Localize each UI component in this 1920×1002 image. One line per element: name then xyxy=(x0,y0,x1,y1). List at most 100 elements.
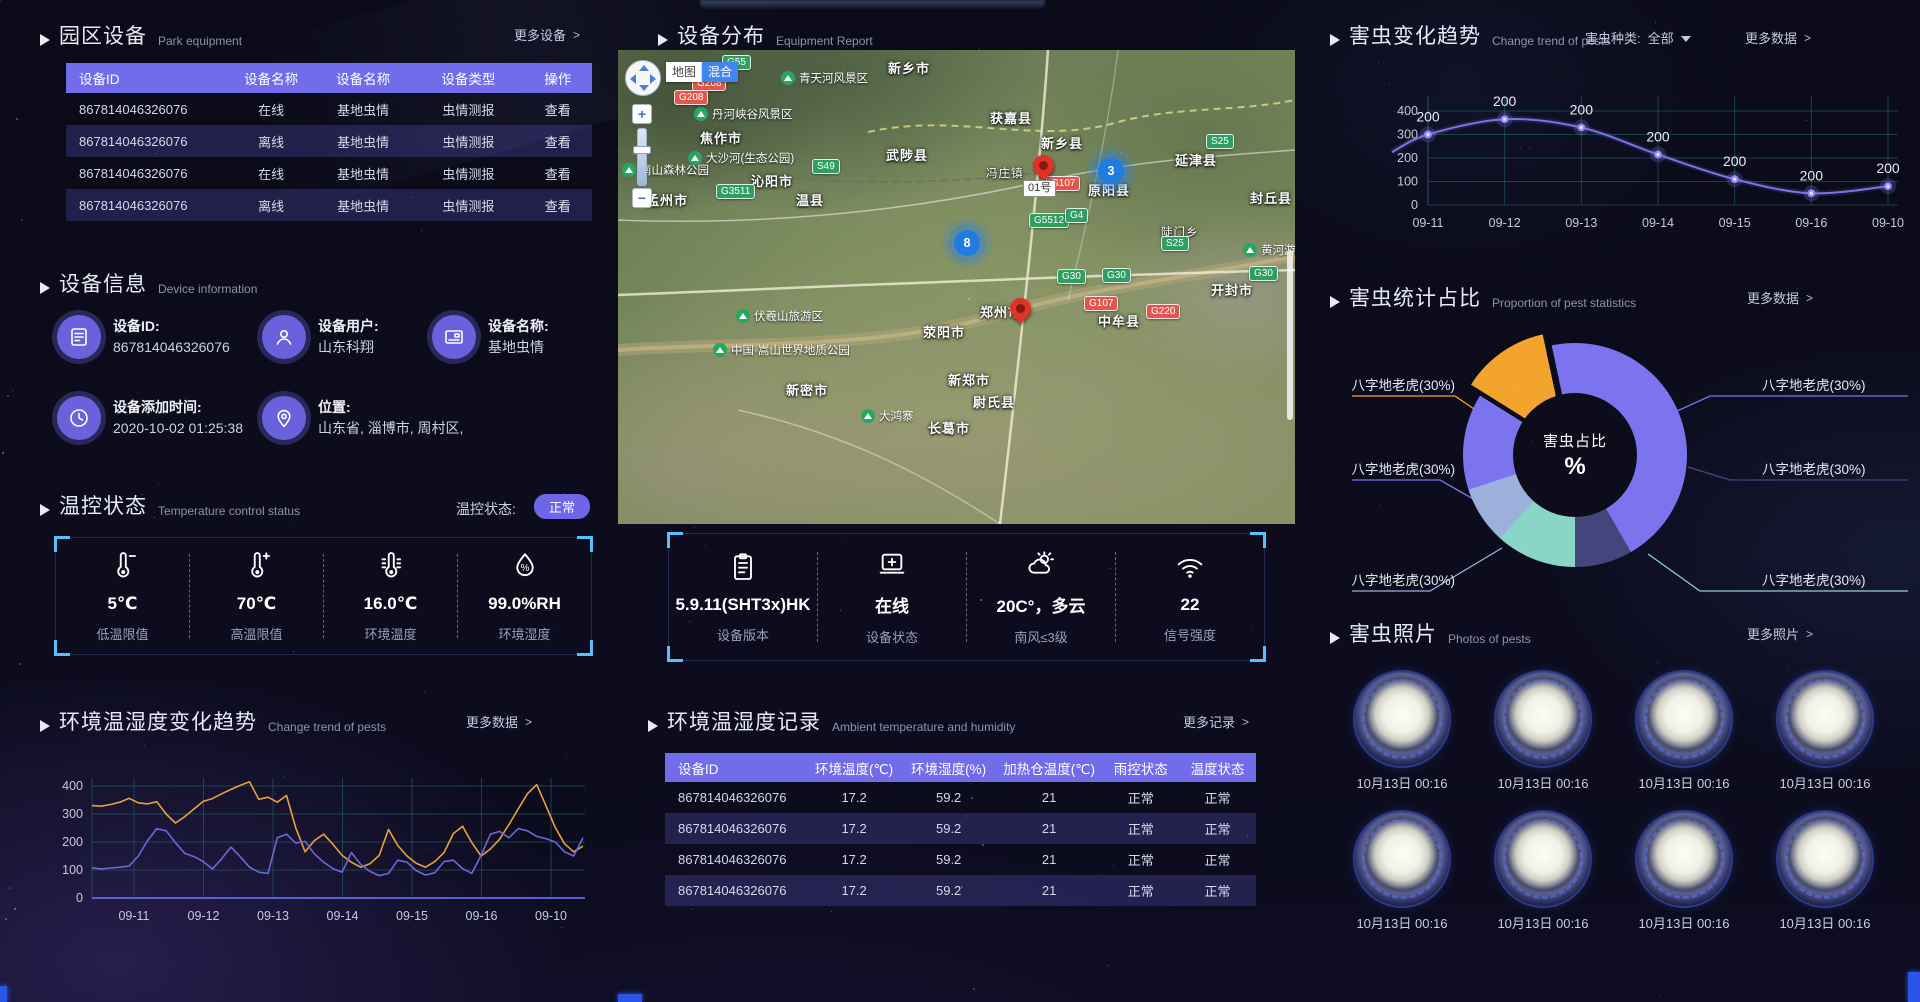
scenic-icon xyxy=(694,107,708,121)
star xyxy=(1790,51,1791,52)
info-label: 位置: xyxy=(318,397,463,418)
star xyxy=(1650,422,1651,423)
pest-photo[interactable]: 10月13日 00:16 xyxy=(1352,672,1452,792)
table-cell: 17.2 xyxy=(807,782,902,813)
svg-text:100: 100 xyxy=(62,863,83,877)
star xyxy=(1115,494,1116,495)
star xyxy=(840,610,841,611)
star xyxy=(708,242,709,243)
park-equipment-table: 设备ID设备名称设备名称设备类型操作867814046326076在线基地虫情虫… xyxy=(66,63,592,221)
map-layer-button-map[interactable]: 地图 xyxy=(666,62,702,82)
star xyxy=(845,540,846,541)
map-zoom-track[interactable] xyxy=(637,128,647,186)
pest-photo-image[interactable] xyxy=(1496,672,1590,766)
star xyxy=(1387,589,1388,590)
more-records-link[interactable]: 更多记录 > xyxy=(1183,712,1249,731)
pest-photo[interactable]: 10月13日 00:16 xyxy=(1775,812,1875,932)
pest-photo-image[interactable] xyxy=(1637,812,1731,906)
pest-photo[interactable]: 10月13日 00:16 xyxy=(1352,812,1452,932)
clock-icon xyxy=(67,406,91,430)
stat-cell: 5.9.11(SHT3x)HK 设备版本 xyxy=(669,545,817,650)
info-label: 设备用户: xyxy=(318,316,379,337)
star xyxy=(980,599,982,601)
star xyxy=(843,68,844,69)
star xyxy=(961,886,963,888)
star xyxy=(1669,778,1670,779)
more-devices-link[interactable]: 更多设备 > xyxy=(514,25,580,44)
star xyxy=(568,346,569,347)
pest-type-filter[interactable]: 害虫种类: 全部 xyxy=(1585,28,1691,47)
pest-photo[interactable]: 10月13日 00:16 xyxy=(1775,672,1875,792)
pest-photo[interactable]: 10月13日 00:16 xyxy=(1493,812,1593,932)
pest-photo-image[interactable] xyxy=(1496,812,1590,906)
table-row: 86781404632607617.259.221正常正常 xyxy=(665,813,1256,844)
star xyxy=(156,153,157,154)
scenic-icon xyxy=(736,309,750,323)
more-data-link-pie[interactable]: 更多数据 > xyxy=(1747,288,1813,307)
star xyxy=(9,887,11,889)
star xyxy=(1659,996,1660,997)
pest-photo-image[interactable] xyxy=(1355,672,1449,766)
view-link[interactable]: 查看 xyxy=(524,93,592,125)
more-data-link-env[interactable]: 更多数据 > xyxy=(466,712,532,731)
pest-photo-image[interactable] xyxy=(1355,812,1449,906)
star xyxy=(1801,177,1802,178)
star xyxy=(1799,727,1800,728)
svg-text:%: % xyxy=(520,562,529,573)
map-zoom-handle[interactable] xyxy=(633,146,651,154)
view-link[interactable]: 查看 xyxy=(524,189,592,221)
star xyxy=(414,926,415,927)
column-header: 加热仓温度(℃) xyxy=(996,753,1102,782)
view-link[interactable]: 查看 xyxy=(524,157,592,189)
map-pan-control[interactable] xyxy=(625,60,661,96)
device-cluster-marker[interactable]: 8 xyxy=(954,230,980,256)
column-header: 设备ID xyxy=(665,753,807,782)
pest-donut-center: 害虫占比 % xyxy=(1513,393,1637,517)
svg-text:09-10: 09-10 xyxy=(1872,216,1904,230)
panel-device-info-title: 设备信息 Device information xyxy=(40,268,257,298)
info-label: 设备ID: xyxy=(113,316,230,337)
weather-icon xyxy=(967,548,1115,585)
device-status-icon xyxy=(818,548,966,585)
device-cluster-marker[interactable]: 3 xyxy=(1098,158,1124,184)
more-photos-link[interactable]: 更多照片 > xyxy=(1747,624,1813,643)
column-header: 环境温度(℃) xyxy=(807,753,902,782)
pest-photo-image[interactable] xyxy=(1637,672,1731,766)
star xyxy=(1378,62,1379,63)
pest-photo[interactable]: 10月13日 00:16 xyxy=(1634,812,1734,932)
view-link[interactable]: 查看 xyxy=(524,125,592,157)
table-cell: 59.2 xyxy=(901,875,996,906)
table-cell: 17.2 xyxy=(807,813,902,844)
equipment-map[interactable]: 焦作市新乡市沁阳市孟州市温县武陟县获嘉县新乡县延津县封丘县原阳县开封市郑州市荥阳… xyxy=(618,50,1295,524)
map-scrollbar[interactable] xyxy=(1287,250,1293,420)
star xyxy=(291,924,292,925)
star xyxy=(1524,963,1525,964)
wifi-icon xyxy=(1174,551,1206,583)
stat-label: 设备状态 xyxy=(818,627,966,646)
star xyxy=(7,395,9,397)
info-value: 山东科翔 xyxy=(318,337,379,358)
svg-text:09-13: 09-13 xyxy=(1565,216,1597,230)
triangle-icon xyxy=(40,720,50,732)
map-zoom-out-button[interactable]: − xyxy=(632,188,652,208)
map-zoom-in-button[interactable]: + xyxy=(632,104,652,124)
table-row: 867814046326076离线基地虫情虫情测报查看 xyxy=(66,189,592,221)
star xyxy=(417,347,418,348)
stat-cell: 5℃ 低温限值 xyxy=(56,544,189,649)
panel-env-trend-title: 环境温湿度变化趋势 Change trend of pests xyxy=(40,706,386,736)
table-cell: 867814046326076 xyxy=(66,125,229,157)
star xyxy=(824,453,825,454)
map-layer-button-hybrid[interactable]: 混合 xyxy=(702,62,738,82)
pest-photo[interactable]: 10月13日 00:16 xyxy=(1493,672,1593,792)
pest-photo[interactable]: 10月13日 00:16 xyxy=(1634,672,1734,792)
pest-photo-image[interactable] xyxy=(1778,812,1872,906)
star xyxy=(838,165,839,166)
svg-text:200: 200 xyxy=(1570,101,1594,117)
info-value: 基地虫情 xyxy=(488,337,549,358)
star xyxy=(1250,223,1251,224)
map-city-label: 沁阳市 xyxy=(751,171,793,190)
star xyxy=(971,797,973,799)
pest-photo-image[interactable] xyxy=(1778,672,1872,766)
more-data-link-pest[interactable]: 更多数据 > xyxy=(1745,28,1811,47)
road-number-tag: S25 xyxy=(1206,134,1234,149)
